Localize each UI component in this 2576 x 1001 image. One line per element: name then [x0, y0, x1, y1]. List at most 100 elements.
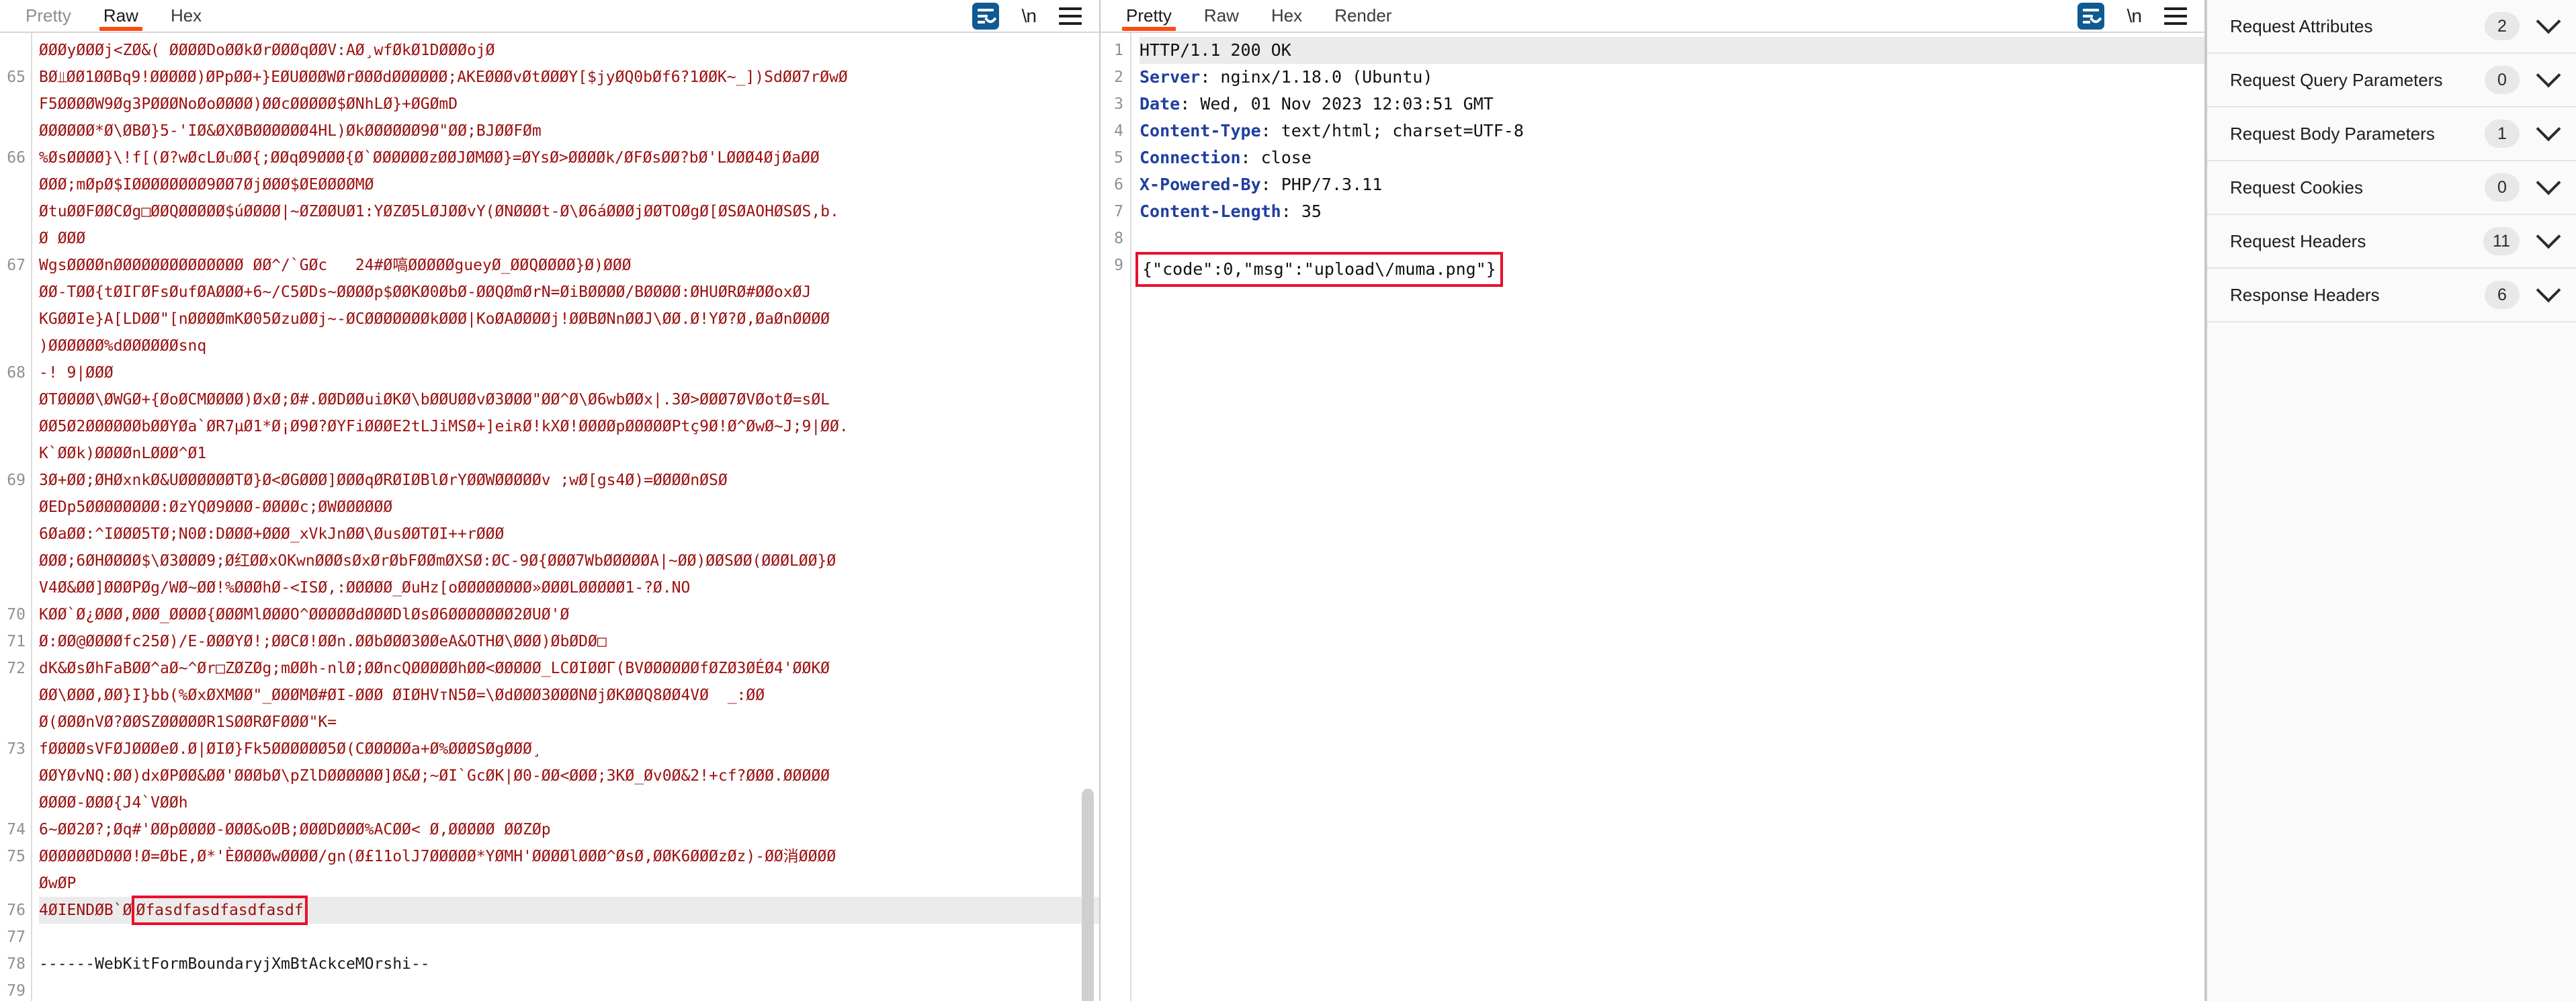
- tab-request-hex[interactable]: Hex: [155, 0, 218, 27]
- request-code-line[interactable]: ØwØP: [39, 870, 1099, 897]
- tab-response-render[interactable]: Render: [1318, 0, 1408, 27]
- request-line-text: WgsØØØØnØØØØØØØØØØØØØØ ØØ^/`GØc 24#Ø嗃ØØØ…: [39, 257, 632, 274]
- chevron-down-icon[interactable]: [2536, 277, 2561, 303]
- request-code-line[interactable]: BØ⫫ØØ1ØØBq9!ØØØØØ)ØPpØØ+}EØUØØØWØrØØØdØØ…: [39, 64, 1099, 91]
- request-code-line[interactable]: 3Ø+ØØ;ØHØxnkØ&UØØØØØØTØ}Ø<ØGØØØ]ØØØqØRØI…: [39, 467, 1099, 494]
- request-line-number: 75: [7, 848, 26, 865]
- request-code-line[interactable]: ØØ5Ø2ØØØØØØbØØYØa`ØR7µØ1*Ø¡Ø9Ø?ØYFiØØØE2…: [39, 413, 1099, 440]
- request-line-number: [0, 440, 26, 467]
- request-code-line[interactable]: ØØ\ØØØ,ØØ}I}bb(%ØxØXMØØ"_ØØØMØ#ØI-ØØØ ØI…: [39, 682, 1099, 709]
- request-code-line[interactable]: dK&ØsØhFaBØØ^aØ~^Ør□ZØZØg;mØØh-nlØ;ØØncQ…: [39, 655, 1099, 682]
- response-code-line[interactable]: Content-Length: 35: [1140, 198, 2204, 225]
- request-code-line[interactable]: WgsØØØØnØØØØØØØØØØØØØØ ØØ^/`GØc 24#Ø嗃ØØØ…: [39, 252, 1099, 279]
- request-line-text: ØwØP: [39, 875, 77, 892]
- response-code-line[interactable]: Date: Wed, 01 Nov 2023 12:03:51 GMT: [1140, 91, 2204, 118]
- response-blank-line[interactable]: [1140, 225, 2204, 252]
- request-code-line[interactable]: ØØØØØØDØØØ!Ø=ØbE,Ø*'ÈØØØØwØØØØ/gn(Ø£11ol…: [39, 843, 1099, 870]
- request-line-number: 70: [7, 606, 26, 623]
- response-code-line[interactable]: Server: nginx/1.18.0 (Ubuntu): [1140, 64, 2204, 91]
- inspector-section-request-headers[interactable]: Request Headers 11: [2207, 215, 2576, 269]
- inspector-section-response-headers[interactable]: Response Headers 6: [2207, 269, 2576, 322]
- response-line-number: 2: [1114, 69, 1123, 86]
- request-code-line[interactable]: Ø ØØØ: [39, 225, 1099, 252]
- request-code-line[interactable]: -! 9|ØØØ: [39, 359, 1099, 386]
- request-line-number: [0, 574, 26, 601]
- request-line-number: 65: [7, 69, 26, 86]
- request-code-line[interactable]: ØEDp5ØØØØØØØØ:ØzYQØ9ØØØ-ØØØØc;ØWØØØØØØ: [39, 494, 1099, 521]
- request-line-text: V4Ø&ØØ]ØØØPØg/WØ~ØØ!%ØØØhØ-<ISØ,:ØØØØØ_Ø…: [39, 579, 691, 597]
- request-code-line[interactable]: Ø:ØØ@ØØØØfc25Ø)/E-ØØØYØ!;ØØCØ!ØØn.ØØbØØØ…: [39, 628, 1099, 655]
- chevron-down-icon[interactable]: [2536, 9, 2561, 34]
- request-line-number: 66: [7, 149, 26, 167]
- request-code-line[interactable]: KØØ`Ø¿ØØØ,ØØØ_ØØØØ{ØØØMlØØØO^ØØØØØdØØØDl…: [39, 601, 1099, 628]
- request-line-number: [0, 37, 26, 64]
- request-line-number: [0, 386, 26, 413]
- request-code-line[interactable]: ØØYØvNQ:ØØ)dxØPØØ&ØØ'ØØØbØ\pZlDØØØØØØ]Ø&…: [39, 763, 1099, 789]
- request-code-line[interactable]: )ØØØØØØ%dØØØØØØsnq: [39, 333, 1099, 359]
- request-code-line[interactable]: ØtuØØFØØCØg□ØØQØØØØØ$úØØØØ|~ØZØØUØ1:YØZØ…: [39, 198, 1099, 225]
- request-code-line[interactable]: 4ØIENDØB`Ø Øfasdfasdfasdfasdf: [39, 896, 1099, 925]
- response-code-line[interactable]: {"code":0,"msg":"upload\/muma.png"}: [1135, 252, 2204, 287]
- request-line-number: 67: [7, 257, 26, 274]
- request-code-line[interactable]: [39, 977, 1099, 1001]
- response-header-value: : Wed, 01 Nov 2023 12:03:51 GMT: [1180, 94, 1494, 114]
- request-code-line[interactable]: ØØØyØØØj<ZØ&( ØØØØDoØØkØrØØØqØØV:AØ¸wfØk…: [39, 37, 1099, 64]
- chevron-down-icon[interactable]: [2536, 224, 2561, 249]
- tab-request-pretty[interactable]: Pretty: [9, 0, 87, 27]
- response-line-number: 3: [1114, 95, 1123, 113]
- inspector-section-request-body-parameters[interactable]: Request Body Parameters 1: [2207, 107, 2576, 161]
- request-code-line[interactable]: ØTØØØØ\ØWGØ+{ØoØCMØØØØ)ØxØ;Ø#.ØØDØØuiØKØ…: [39, 386, 1099, 413]
- request-code-line[interactable]: K`ØØk)ØØØØnLØØØ^Ø1: [39, 440, 1099, 467]
- response-code-line[interactable]: X-Powered-By: PHP/7.3.11: [1140, 171, 2204, 198]
- inspector-section-request-cookies[interactable]: Request Cookies 0: [2207, 161, 2576, 215]
- tab-response-hex[interactable]: Hex: [1255, 0, 1318, 27]
- request-menu-button[interactable]: [1059, 7, 1082, 25]
- response-code-area[interactable]: 1 2 3 4 5 6 7 8 9 HTTP/1.1 200 OK Server: nginx/1…: [1101, 33, 2204, 1001]
- request-line-text: 6ØaØØ:^IØØØ5TØ;N0Ø:DØØØ+ØØØ_xVkJnØØ\ØusØ…: [39, 525, 505, 543]
- request-code-line[interactable]: ------WebKitFormBoundaryjXmBtAckceMOrshi…: [39, 951, 1099, 977]
- request-line-number: [0, 306, 26, 333]
- request-code-line[interactable]: [39, 924, 1099, 951]
- response-header-value: : 35: [1281, 202, 1322, 221]
- request-code-lines[interactable]: ØØØyØØØj<ZØ&( ØØØØDoØØkØrØØØqØØV:AØ¸wfØk…: [32, 33, 1099, 1001]
- request-code-line[interactable]: Ø(ØØØnVØ?ØØSZØØØØØR1SØØRØFØØØ"K=: [39, 709, 1099, 736]
- show-newlines-button[interactable]: \n: [1022, 5, 1037, 27]
- request-code-line[interactable]: fØØØØsVFØJØØØeØ.Ø|ØIØ}Fk5ØØØØØØ5Ø(CØØØØØ…: [39, 736, 1099, 763]
- tab-request-raw[interactable]: Raw: [87, 0, 155, 31]
- request-code-line[interactable]: %ØsØØØØ}\!f[(Ø?wØcLØᴜØØ{;ØØqØ9ØØØ{Ø`ØØØØ…: [39, 144, 1099, 171]
- request-code-line[interactable]: 6ØaØØ:^IØØØ5TØ;N0Ø:DØØØ+ØØØ_xVkJnØØ\ØusØ…: [39, 521, 1099, 548]
- chevron-down-icon[interactable]: [2536, 170, 2561, 195]
- response-menu-button[interactable]: [2164, 7, 2187, 25]
- request-code-line[interactable]: V4Ø&ØØ]ØØØPØg/WØ~ØØ!%ØØØhØ-<ISØ,:ØØØØØ_Ø…: [39, 574, 1099, 601]
- request-line-number: [0, 279, 26, 306]
- request-code-line[interactable]: 6~ØØ2Ø?;Øq#'ØØpØØØØ-ØØØ&oØB;ØØØDØØØ%ACØØ…: [39, 816, 1099, 843]
- show-newlines-button-response[interactable]: \n: [2127, 5, 2142, 27]
- response-header-key: X-Powered-By: [1140, 175, 1261, 194]
- response-code-line[interactable]: Content-Type: text/html; charset=UTF-8: [1140, 118, 2204, 144]
- request-code-line[interactable]: ØØØØØØ*Ø\ØBØ}5-'IØ&ØXØBØØØØØØ4HL)ØkØØØØØ…: [39, 118, 1099, 144]
- request-vertical-scrollbar[interactable]: [1082, 789, 1094, 1001]
- response-line-gutter: 1 2 3 4 5 6 7 8 9: [1101, 33, 1131, 1001]
- request-code-line[interactable]: ØØ-TØØ{tØIΓØFsØufØAØØØ+6~/C5ØDs~ØØØØp$ØØ…: [39, 279, 1099, 306]
- tab-response-raw[interactable]: Raw: [1188, 0, 1255, 27]
- annotation-box-request: Øfasdfasdfasdfasdf: [132, 896, 308, 925]
- chevron-down-icon[interactable]: [2536, 116, 2561, 142]
- response-header-key: Content-Type: [1140, 121, 1261, 140]
- chevron-down-icon[interactable]: [2536, 62, 2561, 88]
- request-code-line[interactable]: F5ØØØØW9Øg3PØØØNoØoØØØØ)ØØcØØØØØ$ØNhLØ}+…: [39, 91, 1099, 118]
- response-code-line[interactable]: Connection: close: [1140, 144, 2204, 171]
- request-code-area[interactable]: 65 66 67 68 69 70 71 72 73 74 75 76 77 78 79 Ø…: [0, 33, 1099, 1001]
- request-code-line[interactable]: ØØØØ-ØØØ{J4`VØØh: [39, 789, 1099, 816]
- request-code-line[interactable]: ØØØ;6ØHØØØØ$\Ø3ØØØ9;Ø红ØØxOKwnØØØsØxØrØbF…: [39, 548, 1099, 574]
- inspector-section-request-attributes[interactable]: Request Attributes 2: [2207, 0, 2576, 54]
- request-code-line[interactable]: KGØØIe}A[LDØØ"[nØØØØmKØ05ØzuØØj~-ØCØØØØØ…: [39, 306, 1099, 333]
- request-code-line[interactable]: ØØØ;mØpØ$IØØØØØØØØ9ØØ7ØjØØØ$ØEØØØØMØ: [39, 171, 1099, 198]
- response-code-line[interactable]: HTTP/1.1 200 OK: [1140, 37, 2204, 64]
- request-line-text: ØØØØ-ØØØ{J4`VØØh: [39, 794, 188, 812]
- inspector-section-request-query-parameters[interactable]: Request Query Parameters 0: [2207, 54, 2576, 107]
- word-wrap-button[interactable]: [972, 3, 999, 30]
- tab-response-pretty[interactable]: Pretty: [1110, 0, 1188, 31]
- request-line-text: K`ØØk)ØØØØnLØØØ^Ø1: [39, 445, 207, 462]
- word-wrap-button-response[interactable]: [2077, 3, 2104, 30]
- response-code-lines[interactable]: HTTP/1.1 200 OK Server: nginx/1.18.0 (Ubu…: [1131, 33, 2204, 1001]
